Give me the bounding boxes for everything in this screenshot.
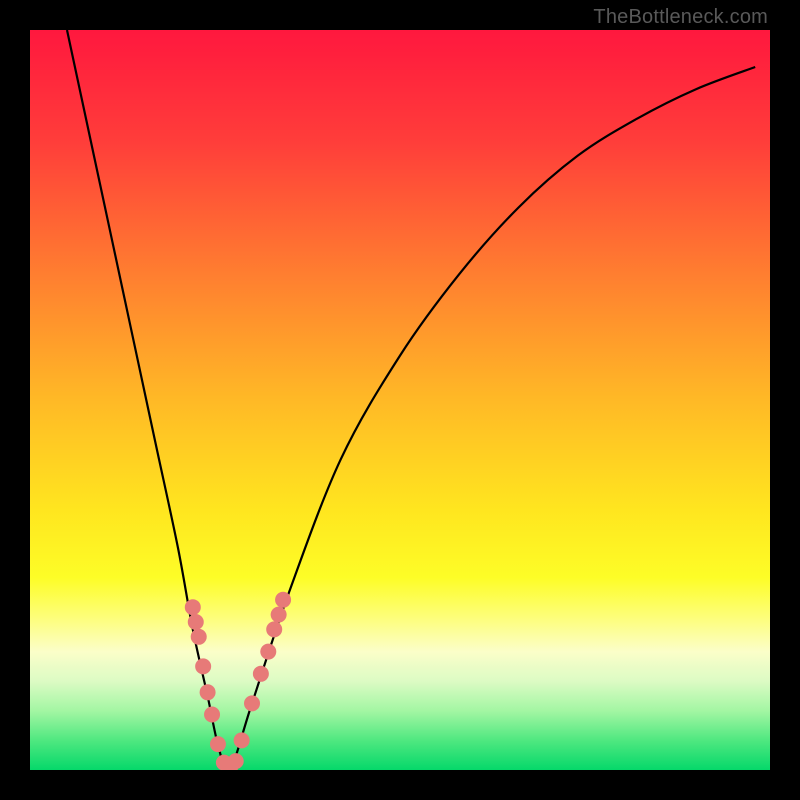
curve-layer (30, 30, 770, 770)
dot (210, 736, 226, 752)
dot (228, 753, 244, 769)
dot (200, 684, 216, 700)
dot (188, 614, 204, 630)
dot (266, 621, 282, 637)
dot (195, 658, 211, 674)
dot (191, 629, 207, 645)
highlight-dots (185, 592, 291, 770)
chart-frame: TheBottleneck.com (0, 0, 800, 800)
dot (271, 607, 287, 623)
plot-area (30, 30, 770, 770)
dot (275, 592, 291, 608)
dot (253, 666, 269, 682)
bottleneck-curve (67, 30, 755, 770)
watermark-text: TheBottleneck.com (593, 6, 768, 29)
dot (260, 644, 276, 660)
dot (185, 599, 201, 615)
dot (244, 695, 260, 711)
dot (204, 707, 220, 723)
dot (234, 732, 250, 748)
